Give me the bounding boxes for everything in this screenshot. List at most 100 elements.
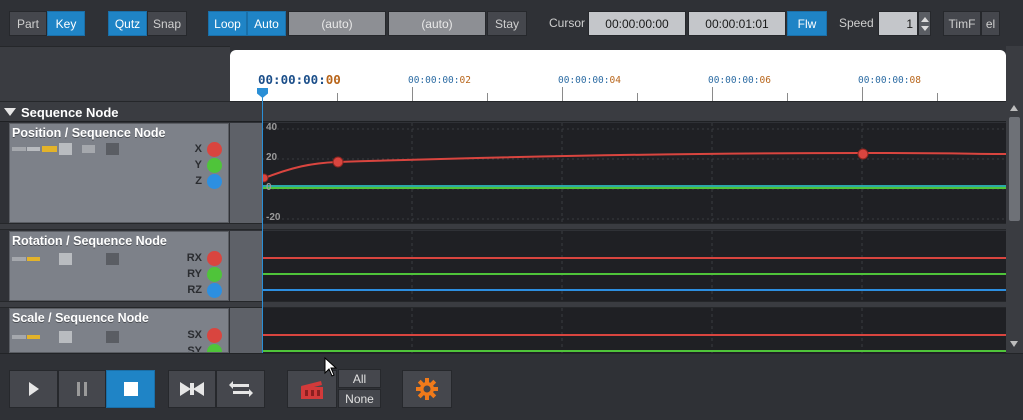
ruler-tick — [337, 93, 338, 101]
axis-row-z[interactable]: Z — [162, 174, 222, 190]
z-axis-toggle-icon[interactable] — [207, 283, 222, 298]
axis-label: X — [194, 143, 202, 155]
quantize-button[interactable]: Qutz — [108, 11, 147, 36]
loop-button[interactable]: Loop — [208, 11, 247, 36]
x-axis-toggle-icon[interactable] — [207, 251, 222, 266]
keyframe-point[interactable] — [857, 148, 869, 160]
spinner-down-icon[interactable] — [921, 26, 929, 31]
value-tick-label: 40 — [266, 123, 278, 133]
ruler-label: 00:00:00:06 — [708, 75, 771, 86]
spinner-up-icon[interactable] — [921, 17, 929, 22]
track-title: Position / Sequence Node — [12, 126, 166, 140]
settings-button[interactable] — [402, 370, 452, 408]
track-panel-scale[interactable]: Scale / Sequence Node SX SY — [9, 308, 229, 353]
ruler-tick — [787, 93, 788, 101]
position-curve-graph[interactable]: 40 20 0 -20 — [262, 123, 1006, 223]
playhead-line[interactable] — [262, 96, 263, 353]
track-panel-position[interactable]: Position / Sequence Node X Y Z — [9, 123, 229, 223]
track-title: Scale / Sequence Node — [12, 311, 149, 325]
ruler-tick — [487, 93, 488, 101]
y-axis-toggle-icon[interactable] — [207, 344, 222, 352]
track-separator — [0, 301, 1006, 308]
y-axis-toggle-icon[interactable] — [207, 267, 222, 282]
scale-curves-svg — [262, 308, 1006, 353]
x-axis-toggle-icon[interactable] — [207, 328, 222, 343]
axis-row-x[interactable]: X — [162, 142, 222, 158]
track-panel-rotation[interactable]: Rotation / Sequence Node RX RY RZ — [9, 231, 229, 301]
stop-icon — [123, 382, 138, 396]
bowtie-icon — [180, 382, 204, 396]
track-strip — [230, 231, 262, 301]
x-axis-toggle-icon[interactable] — [207, 142, 222, 157]
axis-label: RY — [187, 268, 202, 280]
select-all-button[interactable]: All — [338, 369, 381, 388]
value-tick-label: 20 — [266, 152, 278, 163]
swap-button[interactable] — [216, 370, 265, 408]
select-none-button[interactable]: None — [338, 389, 381, 408]
axis-row-sy[interactable]: SY — [162, 344, 222, 353]
scale-curve-graph[interactable] — [262, 308, 1006, 353]
follow-button[interactable]: Flw — [787, 11, 827, 36]
axis-label: RX — [186, 252, 202, 264]
sequence-node-header[interactable]: Sequence Node — [0, 101, 1006, 122]
axis-row-y[interactable]: Y — [162, 158, 222, 174]
scrollbar-thumb[interactable] — [1009, 117, 1020, 221]
speed-spinner[interactable] — [918, 11, 931, 36]
ruler-label: 00:00:00:02 — [408, 75, 471, 86]
speed-input[interactable]: 1 — [878, 11, 918, 36]
track-strip — [230, 308, 262, 353]
clapperboard-icon — [301, 381, 323, 399]
clapper-mini-icon[interactable] — [106, 143, 119, 155]
range-end-field[interactable]: (auto) — [388, 11, 486, 36]
stay-button[interactable]: Stay — [487, 11, 527, 36]
speed-label: Speed — [839, 16, 874, 30]
clapper-mini-icon[interactable] — [106, 253, 119, 265]
keyframe-point[interactable] — [332, 156, 344, 168]
collapse-triangle-icon[interactable] — [4, 108, 16, 116]
gear-icon — [416, 378, 438, 400]
rotation-curve-graph[interactable] — [262, 231, 1006, 301]
end-time-field[interactable]: 00:00:01:01 — [688, 11, 786, 36]
clapper-mini-icon[interactable] — [106, 331, 119, 343]
axis-label: SY — [187, 345, 202, 353]
keyframe-mini-icon[interactable] — [27, 257, 40, 261]
toolbar: Part Key Qutz Snap Loop Auto (auto) (aut… — [0, 0, 1023, 46]
ruler-label: 00:00:00:04 — [558, 75, 621, 86]
axis-row-ry[interactable]: RY — [162, 267, 222, 283]
stop-button[interactable] — [106, 370, 155, 408]
ruler-right-panel — [1006, 46, 1023, 101]
axis-row-rz[interactable]: RZ — [162, 283, 222, 299]
ruler-tick — [412, 87, 413, 101]
scroll-down-icon[interactable] — [1010, 341, 1018, 347]
z-axis-toggle-icon[interactable] — [207, 174, 222, 189]
ruler-tick — [862, 87, 863, 101]
el-button[interactable]: el — [981, 11, 1000, 36]
mini-bar — [12, 147, 26, 151]
pause-icon — [77, 382, 87, 396]
time-format-button[interactable]: TimF — [943, 11, 981, 36]
sequence-node-title: Sequence Node — [21, 105, 119, 120]
keyframe-mini-icon[interactable] — [42, 146, 57, 152]
grid-mini-icon[interactable] — [59, 253, 72, 265]
grid-mini-icon[interactable] — [59, 143, 72, 155]
axis-row-sx[interactable]: SX — [162, 328, 222, 344]
y-axis-toggle-icon[interactable] — [207, 158, 222, 173]
auto-button[interactable]: Auto — [247, 11, 286, 36]
snap-button[interactable]: Snap — [147, 11, 187, 36]
track-separator — [0, 223, 1006, 230]
cursor-time-field[interactable]: 00:00:00:00 — [588, 11, 686, 36]
keyframe-mini-icon[interactable] — [27, 335, 40, 339]
time-ruler[interactable]: 00:00:00:00 00:00:00:02 00:00:00:04 00:0… — [230, 50, 1006, 101]
rotation-curves-svg — [262, 231, 1006, 301]
axis-row-rx[interactable]: RX — [162, 251, 222, 267]
key-button[interactable]: Key — [47, 11, 85, 36]
part-button[interactable]: Part — [9, 11, 47, 36]
pause-button[interactable] — [58, 370, 106, 408]
play-button[interactable] — [9, 370, 58, 408]
track-strip — [230, 123, 262, 223]
vertical-scrollbar[interactable] — [1006, 101, 1023, 353]
bowtie-button[interactable] — [168, 370, 216, 408]
scroll-up-icon[interactable] — [1010, 105, 1018, 111]
grid-mini-icon[interactable] — [59, 331, 72, 343]
range-start-field[interactable]: (auto) — [288, 11, 386, 36]
